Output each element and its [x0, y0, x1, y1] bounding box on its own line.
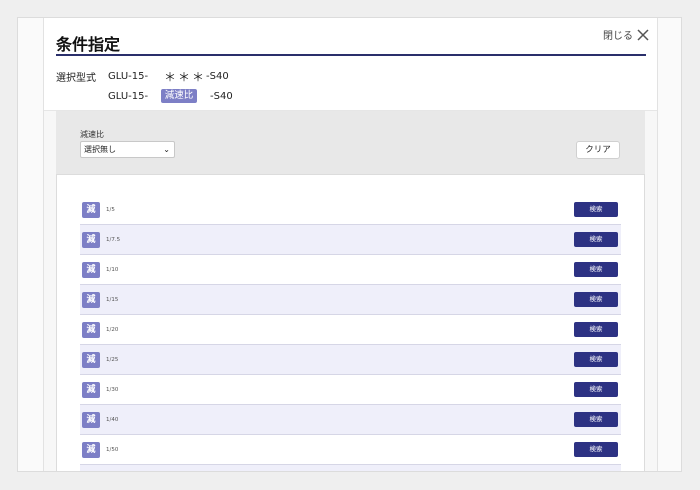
ratio-value: 1/40 — [106, 416, 119, 423]
search-button[interactable]: 検索 — [574, 352, 618, 367]
reduction-icon: 減 — [82, 441, 100, 458]
ratio-value: 1/7.5 — [106, 236, 121, 243]
search-button[interactable]: 検索 — [574, 292, 618, 307]
list-item: 減 1/10 検索 — [80, 255, 621, 285]
model-ratio-chip: 減速比 — [161, 89, 197, 103]
list-item: 減検索 — [80, 465, 621, 473]
filter-bar: 減速比 選択無し ⌄ クリア — [56, 111, 645, 174]
ratio-value: 1/30 — [106, 386, 119, 393]
chevron-down-icon: ⌄ — [163, 145, 170, 154]
model-prefix: GLU-15- — [108, 70, 149, 82]
condition-panel: 減速比 選択無し ⌄ クリア 減 1/5 検索減 1/7.5 検索減 1/10 検索減 1/1… — [44, 110, 657, 473]
search-button[interactable]: 検索 — [574, 202, 618, 217]
clear-button[interactable]: クリア — [576, 141, 620, 159]
search-button[interactable]: 検索 — [574, 382, 618, 397]
ratio-value: 1/5 — [106, 206, 115, 213]
ratio-select-value: 選択無し — [84, 145, 116, 154]
search-button[interactable]: 検索 — [574, 442, 618, 457]
page-background: 閉じる 条件指定 選択型式 GLU-15- ＊＊＊ -S40 GLU-15- 減… — [17, 17, 682, 472]
list-item: 減 1/25 検索 — [80, 345, 621, 375]
model-wildcard: ＊＊＊ — [164, 69, 207, 84]
model-suffix: -S40 — [206, 70, 229, 82]
list-item: 減 1/15 検索 — [80, 285, 621, 315]
ratio-list: 減 1/5 検索減 1/7.5 検索減 1/10 検索減 1/15 検索減 1/20 検索減 1/25… — [56, 174, 645, 473]
list-item: 減 1/20 検索 — [80, 315, 621, 345]
model-row-1: 選択型式 GLU-15- ＊＊＊ -S40 — [56, 66, 233, 86]
filter-label: 減速比 — [80, 130, 104, 139]
search-button[interactable]: 検索 — [574, 322, 618, 337]
list-item: 減 1/5 検索 — [80, 195, 621, 225]
close-label: 閉じる — [603, 31, 633, 42]
list-item: 減 1/30 検索 — [80, 375, 621, 405]
ratio-value: 1/10 — [106, 266, 119, 273]
reduction-icon: 減 — [82, 201, 100, 218]
ratio-value: 1/50 — [106, 446, 119, 453]
model-prefix: GLU-15- — [108, 90, 149, 102]
model-suffix: -S40 — [210, 90, 233, 102]
ratio-select[interactable]: 選択無し ⌄ — [80, 141, 175, 158]
reduction-icon: 減 — [82, 291, 100, 308]
list-item: 減 1/40 検索 — [80, 405, 621, 435]
model-label: 選択型式 — [56, 72, 96, 84]
close-button[interactable]: 閉じる — [603, 27, 649, 42]
reduction-icon: 減 — [82, 411, 100, 428]
search-button[interactable]: 検索 — [574, 262, 618, 277]
list-item: 減 1/50 検索 — [80, 435, 621, 465]
model-row-2: GLU-15- 減速比 -S40 — [56, 86, 233, 106]
reduction-icon: 減 — [82, 381, 100, 398]
reduction-icon: 減 — [82, 472, 100, 473]
search-button[interactable]: 検索 — [574, 232, 618, 247]
reduction-icon: 減 — [82, 261, 100, 278]
reduction-icon: 減 — [82, 231, 100, 248]
title-divider — [56, 54, 646, 56]
ratio-rows: 減 1/5 検索減 1/7.5 検索減 1/10 検索減 1/15 検索減 1/20 検索減 1/25… — [80, 195, 621, 473]
reduction-icon: 減 — [82, 351, 100, 368]
close-icon — [637, 28, 649, 41]
condition-dialog: 閉じる 条件指定 選択型式 GLU-15- ＊＊＊ -S40 GLU-15- 減… — [43, 18, 658, 473]
list-item: 減 1/7.5 検索 — [80, 225, 621, 255]
search-button[interactable]: 検索 — [574, 412, 618, 427]
selected-model: 選択型式 GLU-15- ＊＊＊ -S40 GLU-15- 減速比 -S40 — [56, 66, 233, 106]
ratio-value: 1/25 — [106, 356, 119, 363]
ratio-value: 1/15 — [106, 296, 119, 303]
reduction-icon: 減 — [82, 321, 100, 338]
dialog-title: 条件指定 — [56, 35, 121, 54]
ratio-value: 1/20 — [106, 326, 119, 333]
